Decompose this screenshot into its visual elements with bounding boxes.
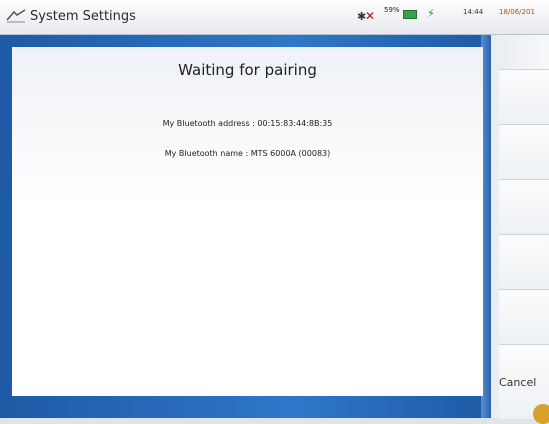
cancel-button-label[interactable]: Cancel [499,376,536,389]
bluetooth-name-text: My Bluetooth name : MTS 6000A (00083) [164,149,331,158]
side-button-1[interactable] [499,69,549,124]
title-bar: System Settings ✱ ✕ 59% ⚡ 14:44 18/06/20… [0,0,549,35]
side-button-panel: Cancel [491,35,549,419]
side-button-2[interactable] [499,124,549,179]
window-title: System Settings [30,9,136,24]
battery-icon [403,10,417,19]
date: 18/06/201 [499,8,535,16]
clock: 14:44 [463,8,484,16]
network-status-icon: ✕ [365,9,376,23]
help-icon[interactable] [533,404,549,424]
dialog-title: Waiting for pairing [178,61,317,79]
bluetooth-address-text: My Bluetooth address : 00:15:83:44:8B:35 [162,119,333,128]
side-button-3[interactable] [499,179,549,234]
settings-app-icon [6,9,26,23]
side-button-5[interactable] [499,289,549,344]
side-button-4[interactable] [499,234,549,289]
pairing-dialog: Waiting for pairing My Bluetooth address… [12,47,483,396]
power-plug-icon: ⚡ [427,7,435,20]
battery-percent: 59% [384,6,400,14]
